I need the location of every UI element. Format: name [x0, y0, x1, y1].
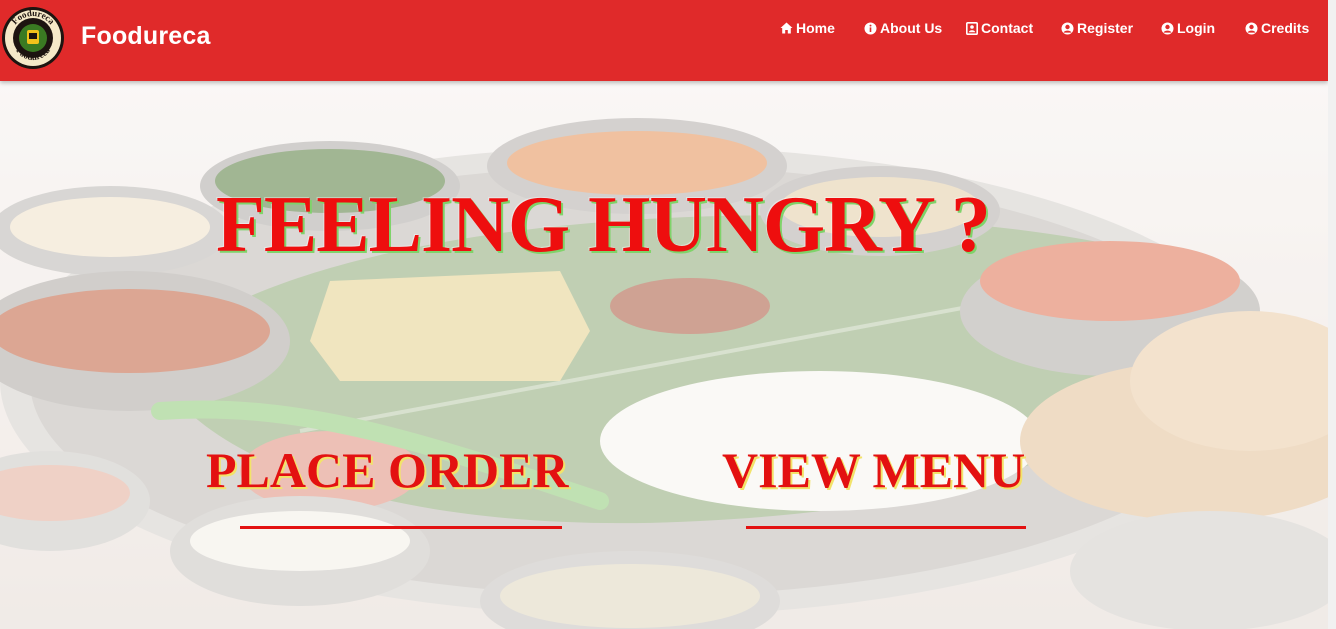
brand-logo[interactable]: Foodureca Foodureca	[1, 6, 65, 70]
nav-home[interactable]: Home	[780, 19, 835, 37]
scrollbar-track[interactable]	[1328, 0, 1336, 629]
user-circle-icon	[1245, 22, 1258, 35]
nav-login-label: Login	[1177, 20, 1216, 36]
nav-register-label: Register	[1077, 20, 1134, 36]
contact-card-icon	[966, 21, 978, 35]
brand-name[interactable]: Foodureca	[81, 22, 211, 51]
nav-about-label: About Us	[880, 20, 943, 36]
user-circle-icon	[1061, 22, 1074, 35]
nav-credits-label: Credits	[1261, 20, 1310, 36]
nav-register[interactable]: Register	[1061, 19, 1133, 37]
nav-home-label: Home	[796, 20, 835, 36]
nav-contact-label: Contact	[981, 20, 1034, 36]
place-order-underline	[240, 526, 562, 529]
home-icon	[780, 22, 793, 34]
hero-section: FEELING HUNGRY ? PLACE ORDER VIEW MENU	[0, 81, 1328, 629]
view-menu-underline	[746, 526, 1026, 529]
user-circle-icon	[1161, 22, 1174, 35]
hero-headline: FEELING HUNGRY ?	[216, 181, 991, 269]
info-circle-icon	[864, 22, 877, 35]
place-order-link[interactable]: PLACE ORDER	[206, 445, 569, 495]
hero-overlay	[0, 81, 1328, 629]
nav-credits[interactable]: Credits	[1245, 19, 1309, 37]
view-menu-link[interactable]: VIEW MENU	[722, 445, 1025, 495]
nav-contact[interactable]: Contact	[966, 19, 1033, 37]
navbar: Foodureca Foodureca Foodureca Home About…	[0, 0, 1328, 81]
nav-about[interactable]: About Us	[864, 19, 942, 37]
nav-login[interactable]: Login	[1161, 19, 1215, 37]
